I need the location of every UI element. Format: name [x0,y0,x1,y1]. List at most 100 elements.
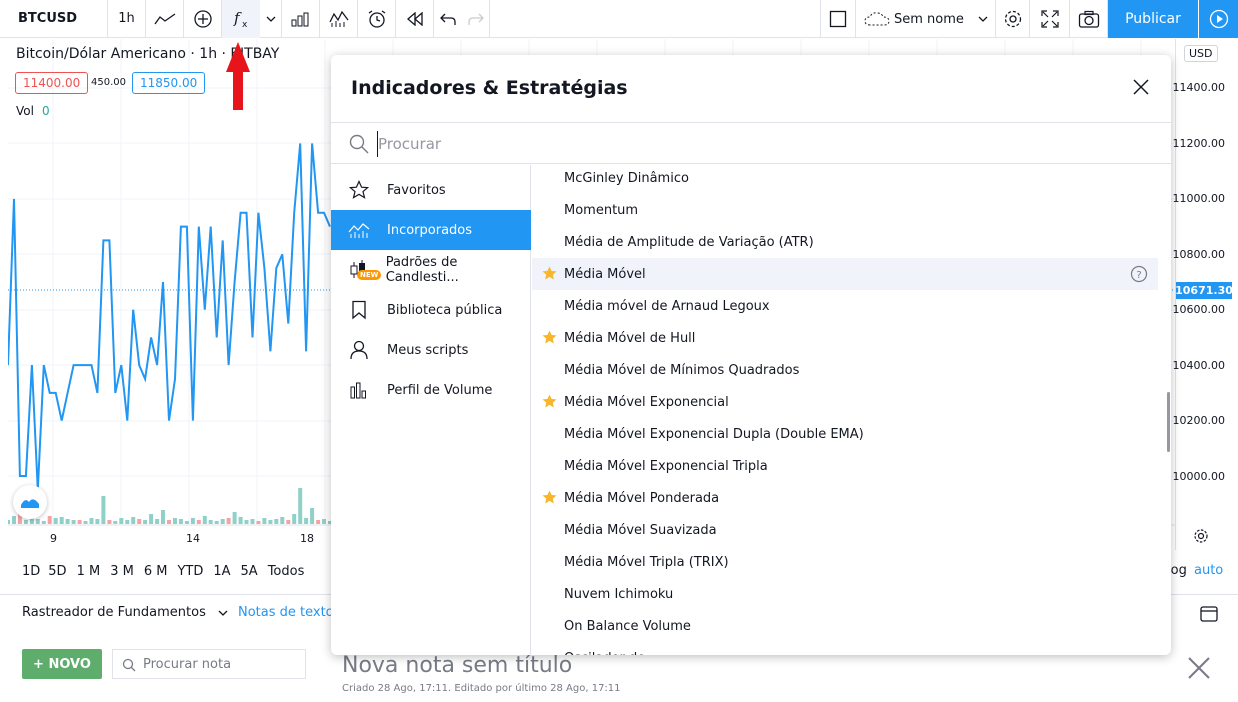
indicator-item-label: Média Móvel de Mínimos Quadrados [564,362,800,378]
favorite-star-icon[interactable] [542,266,557,281]
chevron-down-icon[interactable] [260,0,282,38]
tradingview-logo-icon[interactable] [13,485,47,519]
spread-value: 450.00 [91,77,126,88]
volume-bar [107,520,112,524]
maximize-panel-icon[interactable] [1200,606,1218,626]
indicator-item[interactable]: Média Móvel? [532,258,1158,290]
volume-bar [196,520,201,524]
ask-price-box[interactable]: 11850.00 [132,72,206,94]
indicator-item[interactable]: Média de Amplitude de Variação (ATR) [532,226,1158,258]
layout-name-button[interactable]: Sem nome [856,0,996,38]
indicator-item[interactable]: Oscilador de [532,642,1158,656]
price-label: 10600.00 [1172,303,1226,316]
indicator-item[interactable]: Média móvel de Arnaud Legoux [532,290,1158,322]
templates-icon[interactable] [320,0,358,38]
close-icon[interactable] [1133,79,1149,99]
volume-bar [298,488,303,524]
volume-bar [137,519,142,524]
right-toolbar: Sem nome Publicar [820,0,1238,38]
indicator-item[interactable]: Nuvem Ichimoku [532,578,1158,610]
tab-text-notes[interactable]: Notas de texto [238,605,334,620]
range-5d[interactable]: 5D [48,564,76,579]
cloud-icon [864,12,890,26]
range-ytd[interactable]: YTD [177,564,213,579]
indicator-item[interactable]: On Balance Volume [532,610,1158,642]
indicator-item[interactable]: McGinley Dinâmico [532,165,1158,194]
sidebar-item-perfil-volume[interactable]: Perfil de Volume [331,370,531,410]
undo-icon[interactable] [434,0,462,38]
sidebar-item-meus-scripts[interactable]: Meus scripts [331,330,531,370]
sidebar-item-favoritos[interactable]: Favoritos [331,170,531,210]
currency-label[interactable]: USD [1184,45,1218,62]
chevron-down-icon [978,16,988,22]
redo-icon[interactable] [462,0,490,38]
volume-bar [65,519,70,524]
volume-bar [53,518,58,524]
range-3m[interactable]: 3 M [110,564,144,579]
range-1m[interactable]: 1 M [77,564,111,579]
volume-bar [131,517,136,524]
axis-settings-icon[interactable] [1193,528,1209,548]
indicators-fx-icon[interactable]: fx [222,0,260,38]
svg-text:x: x [242,20,248,29]
price-line [8,143,331,490]
replay-icon[interactable] [396,0,434,38]
indicator-item[interactable]: Média Móvel de Hull [532,322,1158,354]
bar-style-icon[interactable] [282,0,320,38]
auto-toggle[interactable]: auto [1194,563,1223,578]
indicator-item[interactable]: Média Móvel Tripla (TRIX) [532,546,1158,578]
indicator-item[interactable]: Média Móvel de Mínimos Quadrados [532,354,1158,386]
play-icon[interactable] [1198,0,1238,38]
sidebar-item-label: Meus scripts [387,342,469,358]
note-search-input[interactable]: Procurar nota [112,649,306,679]
indicator-search-input[interactable] [377,131,1137,157]
range-1d[interactable]: 1D [0,564,48,579]
settings-gear-icon[interactable] [996,0,1030,38]
sidebar-item-label: Favoritos [387,182,446,198]
volume-bar [292,514,297,524]
volume-bar [184,521,189,524]
close-note-icon[interactable] [1188,657,1210,683]
sidebar-item-biblioteca[interactable]: Biblioteca pública [331,290,531,330]
volume-bar [47,516,52,524]
symbol-search-button[interactable]: BTCUSD [0,0,108,38]
indicator-item[interactable]: Média Móvel Exponencial [532,386,1158,418]
time-axis[interactable]: 9 14 18 [8,526,330,550]
indicator-item[interactable]: Média Móvel Exponencial Dupla (Double EM… [532,418,1158,450]
favorite-star-icon[interactable] [542,330,557,345]
range-all[interactable]: Todos [268,564,313,579]
list-scrollbar[interactable] [1167,392,1170,452]
line-tool-icon[interactable] [146,0,184,38]
volume-bar [23,520,28,524]
note-title[interactable]: Nova nota sem título [342,653,572,678]
volume-bar [125,520,130,524]
fullscreen-square-icon[interactable] [820,0,856,38]
indicator-item[interactable]: Média Móvel Ponderada [532,482,1158,514]
new-note-button[interactable]: + NOVO [22,649,102,679]
sidebar-item-incorporados[interactable]: Incorporados [331,210,531,250]
tab-screener[interactable]: Rastreador de Fundamentos [22,605,228,620]
camera-icon[interactable] [1070,0,1108,38]
range-1a[interactable]: 1A [213,564,240,579]
svg-text:f: f [233,9,242,27]
indicator-item[interactable]: Média Móvel Exponencial Tripla [532,450,1158,482]
publish-button[interactable]: Publicar [1108,0,1198,38]
favorite-star-icon[interactable] [542,490,557,505]
volume-bar [143,520,148,524]
fullscreen-icon[interactable] [1030,0,1070,38]
bid-price-box[interactable]: 11400.00 [15,72,89,94]
indicator-item[interactable]: Média Móvel Suavizada [532,514,1158,546]
alert-icon[interactable] [358,0,396,38]
favorite-star-icon[interactable] [542,394,557,409]
volume-bar [119,518,124,524]
sidebar-item-candlestick[interactable]: NEW Padrões de Candlesti... [331,250,531,290]
range-6m[interactable]: 6 M [144,564,178,579]
range-5a[interactable]: 5A [241,564,268,579]
volume-bar [41,521,46,524]
indicator-item[interactable]: Momentum [532,194,1158,226]
volume-bar [250,519,255,524]
interval-button[interactable]: 1h [108,0,146,38]
add-compare-icon[interactable] [184,0,222,38]
help-icon[interactable]: ? [1130,265,1148,283]
volume-bar [178,519,183,524]
